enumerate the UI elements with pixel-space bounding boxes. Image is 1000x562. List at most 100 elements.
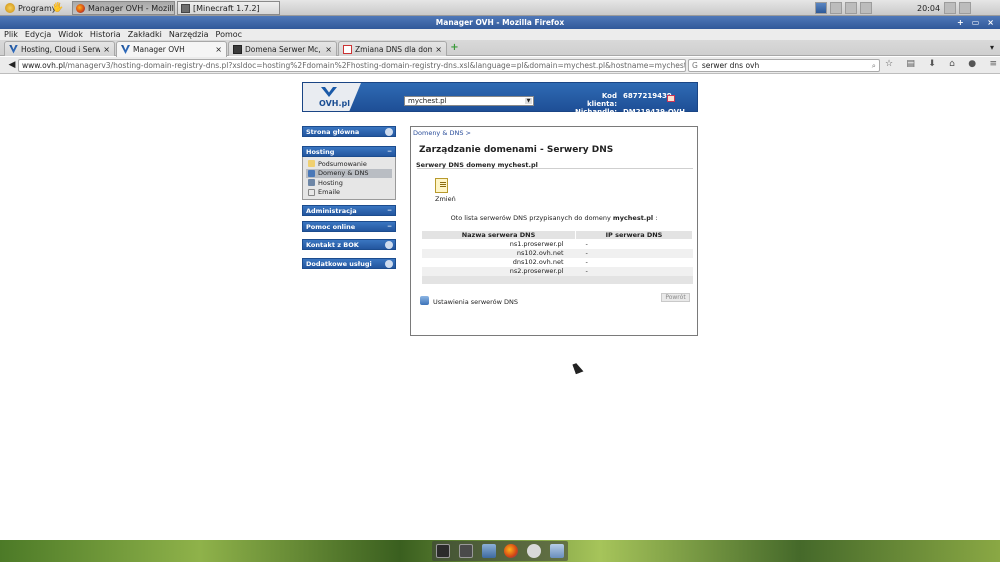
toolbar-icons: ☆ ▤ ⬇ ⌂ ● ≡: [885, 59, 997, 72]
sidebar-label: Dodatkowe usługi: [306, 259, 372, 268]
table-row: ns102.ovh.net -: [421, 248, 693, 258]
menu-plik[interactable]: Plik: [4, 30, 18, 39]
back-button[interactable]: Powrót: [661, 293, 690, 302]
menu-zakladki[interactable]: Zakładki: [128, 30, 162, 39]
dns-server-name: ns2.proserwer.pl: [421, 266, 576, 276]
ovh-icon: [121, 45, 130, 54]
taskbar-minecraft-button[interactable]: [Minecraft 1.7.2]: [177, 1, 280, 15]
breadcrumb[interactable]: Domeny & DNS >: [413, 129, 471, 137]
taskbar-firefox-button[interactable]: Manager OVH - Mozilla F...: [72, 1, 175, 15]
menu-edycja[interactable]: Edycja: [25, 30, 51, 39]
folder-icon[interactable]: [549, 544, 564, 558]
search-icon[interactable]: ⌕: [872, 61, 876, 71]
back-arrow-icon[interactable]: ◀: [6, 59, 18, 71]
sidebar-item-podsumowanie[interactable]: Podsumowanie: [306, 159, 392, 169]
table-row: dns102.ovh.net -: [422, 258, 693, 267]
terminal-icon[interactable]: [458, 544, 473, 558]
chevron-down-icon: ▼: [525, 98, 532, 104]
new-tab-icon[interactable]: +: [449, 43, 460, 54]
hosting-submenu: Podsumowanie Domeny & DNS Hosting Emaile: [302, 157, 396, 200]
sidebar-item-domeny-dns[interactable]: Domeny & DNS: [306, 168, 392, 178]
column-header-ip: IP serwera DNS: [575, 230, 693, 240]
sidebar-pomoc-online[interactable]: Pomoc online −: [302, 221, 396, 232]
sidebar-item-emaile[interactable]: Emaile: [306, 188, 392, 198]
summary-icon: [308, 160, 315, 168]
sidebar-hosting[interactable]: Hosting − Podsumowanie Domeny & DNS Hosti…: [302, 146, 396, 200]
change-button-label[interactable]: Zmień: [435, 195, 456, 203]
file-manager-icon[interactable]: [481, 544, 496, 558]
menu-icon[interactable]: ≡: [989, 59, 997, 72]
domain-select-value: mychest.pl: [408, 97, 447, 105]
workspace-icon[interactable]: [845, 2, 857, 14]
maximize-icon[interactable]: +: [957, 16, 964, 29]
firefox-icon[interactable]: [504, 544, 519, 558]
workspace-icon[interactable]: [860, 2, 872, 14]
addon-icon[interactable]: ●: [968, 59, 976, 72]
tab-list-chevron-icon[interactable]: ▾: [990, 43, 994, 52]
sidebar-label: Pomoc online: [306, 222, 356, 231]
menu-widok[interactable]: Widok: [58, 30, 83, 39]
sidebar-item-label: Emaile: [318, 188, 341, 197]
close-tab-icon[interactable]: ×: [103, 45, 110, 54]
search-bar[interactable]: G serwer dns ovh ⌕: [688, 59, 880, 72]
sidebar-item-label: Hosting: [318, 178, 343, 187]
sidebar-strona-glowna[interactable]: Strona główna: [302, 126, 396, 137]
programs-menu-label: Programy: [18, 3, 57, 13]
dns-settings-link[interactable]: Ustawienia serwerów DNS: [433, 298, 518, 306]
sidebar-item-hosting[interactable]: Hosting: [306, 178, 392, 188]
terminal-icon[interactable]: [436, 544, 451, 558]
close-tab-icon[interactable]: ×: [215, 45, 222, 54]
search-icon[interactable]: [526, 544, 541, 558]
taskbar-firefox-label: Manager OVH - Mozilla F...: [88, 3, 174, 13]
sidebar-administracja[interactable]: Administracja −: [302, 205, 396, 216]
sidebar-label: Kontakt z BOK: [306, 240, 359, 249]
printer-icon[interactable]: [959, 2, 972, 14]
dns-server-name: dns102.ovh.net: [512, 258, 564, 266]
mail-icon[interactable]: [667, 95, 675, 102]
table-row: ns1.proserwer.pl -: [422, 240, 693, 249]
url-bar[interactable]: www.ovh.pl/managerv3/hosting-domain-regi…: [18, 59, 686, 72]
dns-settings-icon[interactable]: [420, 296, 429, 305]
download-icon[interactable]: ⬇: [928, 59, 936, 72]
edit-document-icon[interactable]: [435, 178, 448, 193]
dns-icon: [308, 169, 315, 177]
home-icon[interactable]: ⌂: [949, 59, 955, 72]
tab-domena-serwer[interactable]: Domena Serwer Mc, ... ×: [228, 41, 337, 56]
client-code: 6877219439: [623, 92, 672, 100]
collapse-icon[interactable]: −: [387, 148, 392, 155]
ovh-logo[interactable]: OVH.pl: [303, 83, 361, 111]
menu-pomoc[interactable]: Pomoc: [216, 30, 243, 39]
close-icon[interactable]: ×: [987, 16, 994, 29]
table-footer: [421, 275, 693, 284]
show-desktop-icon[interactable]: 🖐: [52, 1, 66, 15]
expand-icon: −: [386, 223, 392, 230]
workspace-icon[interactable]: [815, 2, 827, 14]
tab-hosting-cloud[interactable]: Hosting, Cloud i Serw... ×: [4, 41, 115, 56]
system-tray: 20:04: [815, 1, 1000, 15]
support-icon: [385, 240, 393, 249]
menu-historia[interactable]: Historia: [90, 30, 121, 39]
network-icon[interactable]: [944, 2, 957, 14]
close-tab-icon[interactable]: ×: [435, 45, 442, 54]
firefox-icon: [76, 3, 85, 13]
dns-server-ip: -: [585, 258, 588, 266]
dns-servers-table: Nazwa serwera DNS IP serwera DNS ns1.pro…: [421, 230, 693, 284]
clock[interactable]: 20:04: [917, 4, 940, 13]
tab-manager-ovh[interactable]: Manager OVH ×: [116, 41, 227, 57]
expand-icon: −: [386, 207, 392, 214]
sidebar-kontakt-bok[interactable]: Kontakt z BOK: [302, 239, 396, 250]
dns-server-ip: -: [575, 248, 693, 258]
sidebar-dodatkowe-uslugi[interactable]: Dodatkowe usługi: [302, 258, 396, 269]
minecraft-icon: [181, 3, 190, 13]
domain-select[interactable]: mychest.pl ▼: [404, 96, 534, 106]
workspace-icon[interactable]: [830, 2, 842, 14]
close-tab-icon[interactable]: ×: [325, 45, 332, 54]
bookmark-star-icon[interactable]: ☆: [885, 59, 893, 72]
window-title: Manager OVH - Mozilla Firefox: [435, 18, 565, 27]
dns-servers-panel: Domeny & DNS > Zarządzanie domenami - Se…: [410, 126, 698, 336]
search-input[interactable]: serwer dns ovh: [702, 61, 759, 70]
tab-zmiana-dns[interactable]: Zmiana DNS dla dom... ×: [338, 41, 447, 56]
bookmarks-icon[interactable]: ▤: [906, 59, 915, 72]
restore-icon[interactable]: ▭: [972, 16, 980, 29]
menu-narzedzia[interactable]: Narzędzia: [169, 30, 209, 39]
